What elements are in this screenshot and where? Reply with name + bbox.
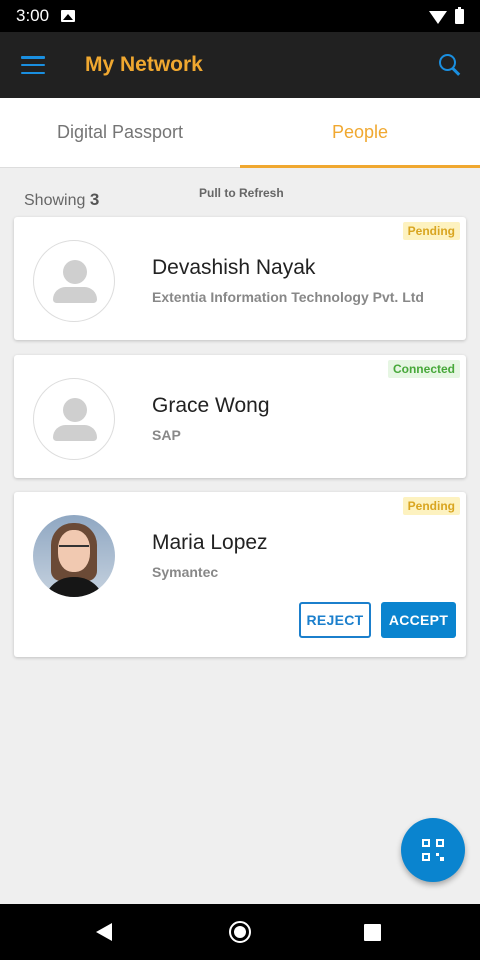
contact-name: Maria Lopez	[152, 531, 268, 554]
tab-digital-passport[interactable]: Digital Passport	[0, 98, 240, 167]
status-badge: Connected	[387, 360, 460, 378]
contact-name: Grace Wong	[152, 394, 270, 417]
status-bar: 3:00	[0, 0, 480, 32]
page-title: My Network	[85, 53, 203, 76]
app-bar: My Network	[0, 32, 480, 98]
recent-apps-icon[interactable]	[364, 924, 381, 941]
search-icon[interactable]	[438, 53, 462, 77]
contact-card[interactable]: Connected Grace Wong SAP	[14, 355, 466, 478]
avatar	[33, 515, 115, 597]
contact-name: Devashish Nayak	[152, 256, 316, 279]
contact-card[interactable]: Pending Devashish Nayak Extentia Informa…	[14, 217, 466, 340]
accept-button[interactable]: ACCEPT	[381, 602, 456, 638]
contact-company: SAP	[152, 427, 181, 443]
menu-icon[interactable]	[21, 56, 45, 74]
status-icons	[429, 6, 464, 24]
contact-company: Extentia Information Technology Pvt. Ltd	[152, 289, 424, 305]
status-time: 3:00	[16, 6, 50, 25]
avatar-placeholder	[33, 378, 115, 460]
status-badge: Pending	[402, 497, 460, 515]
qr-code-icon	[422, 839, 444, 861]
system-nav-bar	[0, 904, 480, 960]
showing-count: 3	[89, 190, 100, 209]
pull-to-refresh-hint: Pull to Refresh	[199, 186, 284, 200]
image-notification-icon	[61, 10, 76, 22]
contact-company: Symantec	[152, 564, 219, 580]
battery-icon	[455, 6, 464, 24]
wifi-icon	[429, 10, 447, 24]
results-count: Showing 3	[24, 190, 99, 210]
scan-qr-button[interactable]	[401, 818, 465, 882]
showing-label: Showing	[24, 192, 86, 209]
avatar-placeholder	[33, 240, 115, 322]
home-icon[interactable]	[229, 921, 251, 943]
status-badge: Pending	[402, 222, 460, 240]
back-icon[interactable]	[96, 923, 112, 941]
tab-bar: Digital Passport People	[0, 98, 480, 168]
contact-card[interactable]: Pending Maria Lopez Symantec REJECT ACCE…	[14, 492, 466, 657]
reject-button[interactable]: REJECT	[299, 602, 371, 638]
tab-people[interactable]: People	[240, 98, 480, 168]
